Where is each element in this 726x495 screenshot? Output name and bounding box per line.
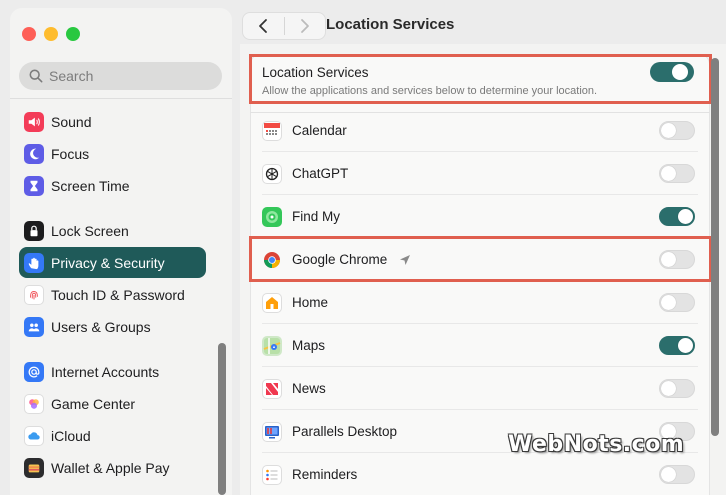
- settings-window: Sound Focus Screen Time Lock Screen Priv…: [0, 0, 726, 495]
- page-title: Location Services: [326, 16, 455, 33]
- app-name: Reminders: [292, 467, 358, 482]
- search-field[interactable]: [19, 62, 222, 90]
- google-chrome-highlight: [249, 236, 712, 282]
- game-center-icon: [24, 393, 44, 414]
- forward-button[interactable]: [284, 13, 325, 39]
- find-my-icon: [262, 206, 282, 227]
- back-button[interactable]: [243, 13, 284, 39]
- sidebar-item-icloud[interactable]: iCloud: [19, 420, 206, 451]
- navigation-buttons: [242, 12, 326, 40]
- app-row-calendar: Calendar: [250, 109, 710, 152]
- close-window-button[interactable]: [22, 27, 36, 41]
- location-services-highlight: [249, 54, 712, 104]
- hand-icon: [24, 252, 44, 273]
- app-row-chatgpt: ChatGPT: [250, 152, 710, 195]
- calendar-location-toggle[interactable]: [659, 121, 695, 140]
- home-location-toggle[interactable]: [659, 293, 695, 312]
- maps-location-toggle[interactable]: [659, 336, 695, 355]
- chevron-left-icon: [259, 19, 268, 33]
- maps-icon: [262, 335, 282, 356]
- content-scrollbar[interactable]: [711, 58, 719, 436]
- toggle-knob: [678, 338, 693, 353]
- reminders-location-toggle[interactable]: [659, 465, 695, 484]
- app-row-news: News: [250, 367, 710, 410]
- moon-icon: [24, 143, 44, 164]
- toggle-knob: [661, 295, 676, 310]
- toggle-knob: [678, 209, 693, 224]
- toggle-knob: [661, 123, 676, 138]
- news-location-toggle[interactable]: [659, 379, 695, 398]
- users-icon: [24, 316, 44, 337]
- sidebar-item-focus[interactable]: Focus: [19, 138, 206, 169]
- app-name: Parallels Desktop: [292, 424, 398, 439]
- app-row-find-my: Find My: [250, 195, 710, 238]
- app-name: News: [292, 381, 326, 396]
- sidebar-item-label: Users & Groups: [51, 318, 151, 335]
- cloud-icon: [24, 425, 44, 446]
- sidebar-scrollbar[interactable]: [218, 343, 226, 495]
- wallet-icon: [24, 457, 44, 478]
- lock-icon: [24, 220, 44, 241]
- parallels-icon: [262, 421, 282, 442]
- toggle-knob: [661, 381, 676, 396]
- sidebar-item-label: Screen Time: [51, 177, 130, 194]
- sidebar-item-game-center[interactable]: Game Center: [19, 388, 206, 419]
- search-icon: [29, 69, 43, 83]
- sidebar-item-privacy-security[interactable]: Privacy & Security: [19, 247, 206, 278]
- calendar-icon: [262, 120, 282, 141]
- sidebar-item-label: iCloud: [51, 427, 91, 444]
- search-input[interactable]: [49, 68, 209, 84]
- sidebar-item-wallet[interactable]: Wallet & Apple Pay: [19, 452, 206, 483]
- sidebar-item-label: Wallet & Apple Pay: [51, 459, 170, 476]
- app-row-maps: Maps: [250, 324, 710, 367]
- sidebar-item-label: Sound: [51, 113, 92, 130]
- app-name: Maps: [292, 338, 326, 353]
- sidebar-item-label: Focus: [51, 145, 90, 162]
- sidebar-item-touch-id[interactable]: Touch ID & Password: [19, 279, 206, 310]
- chevron-right-icon: [300, 19, 309, 33]
- zoom-window-button[interactable]: [66, 27, 80, 41]
- find-my-location-toggle[interactable]: [659, 207, 695, 226]
- sidebar-item-users-groups[interactable]: Users & Groups: [19, 311, 206, 342]
- app-row-home: Home: [250, 281, 710, 324]
- watermark: WebNots.com: [508, 432, 685, 457]
- sidebar-divider: [10, 98, 232, 99]
- sidebar-item-lock-screen[interactable]: Lock Screen: [19, 215, 206, 246]
- app-name: Home: [292, 295, 329, 310]
- reminders-icon: [262, 464, 282, 485]
- speaker-icon: [24, 111, 44, 132]
- hourglass-icon: [24, 175, 44, 196]
- home-icon: [262, 292, 282, 313]
- sidebar-item-internet-accounts[interactable]: Internet Accounts: [19, 356, 206, 387]
- sidebar-item-label: Internet Accounts: [51, 363, 160, 380]
- chatgpt-location-toggle[interactable]: [659, 164, 695, 183]
- sidebar-item-sound[interactable]: Sound: [19, 106, 206, 137]
- sidebar-item-label: Game Center: [51, 395, 136, 412]
- toggle-knob: [661, 166, 676, 181]
- minimize-window-button[interactable]: [44, 27, 58, 41]
- sidebar: Sound Focus Screen Time Lock Screen Priv…: [10, 8, 232, 495]
- app-name: Calendar: [292, 123, 347, 138]
- sidebar-item-label: Touch ID & Password: [51, 286, 185, 303]
- sidebar-item-label: Privacy & Security: [51, 254, 165, 271]
- sidebar-item-label: Lock Screen: [51, 222, 129, 239]
- toggle-knob: [661, 467, 676, 482]
- chatgpt-icon: [262, 163, 282, 184]
- app-name: ChatGPT: [292, 166, 349, 181]
- app-name: Find My: [292, 209, 341, 224]
- at-icon: [24, 361, 44, 382]
- app-row-reminders: Reminders: [250, 453, 710, 495]
- news-icon: [262, 378, 282, 399]
- sidebar-item-screen-time[interactable]: Screen Time: [19, 170, 206, 201]
- fingerprint-icon: [24, 284, 44, 305]
